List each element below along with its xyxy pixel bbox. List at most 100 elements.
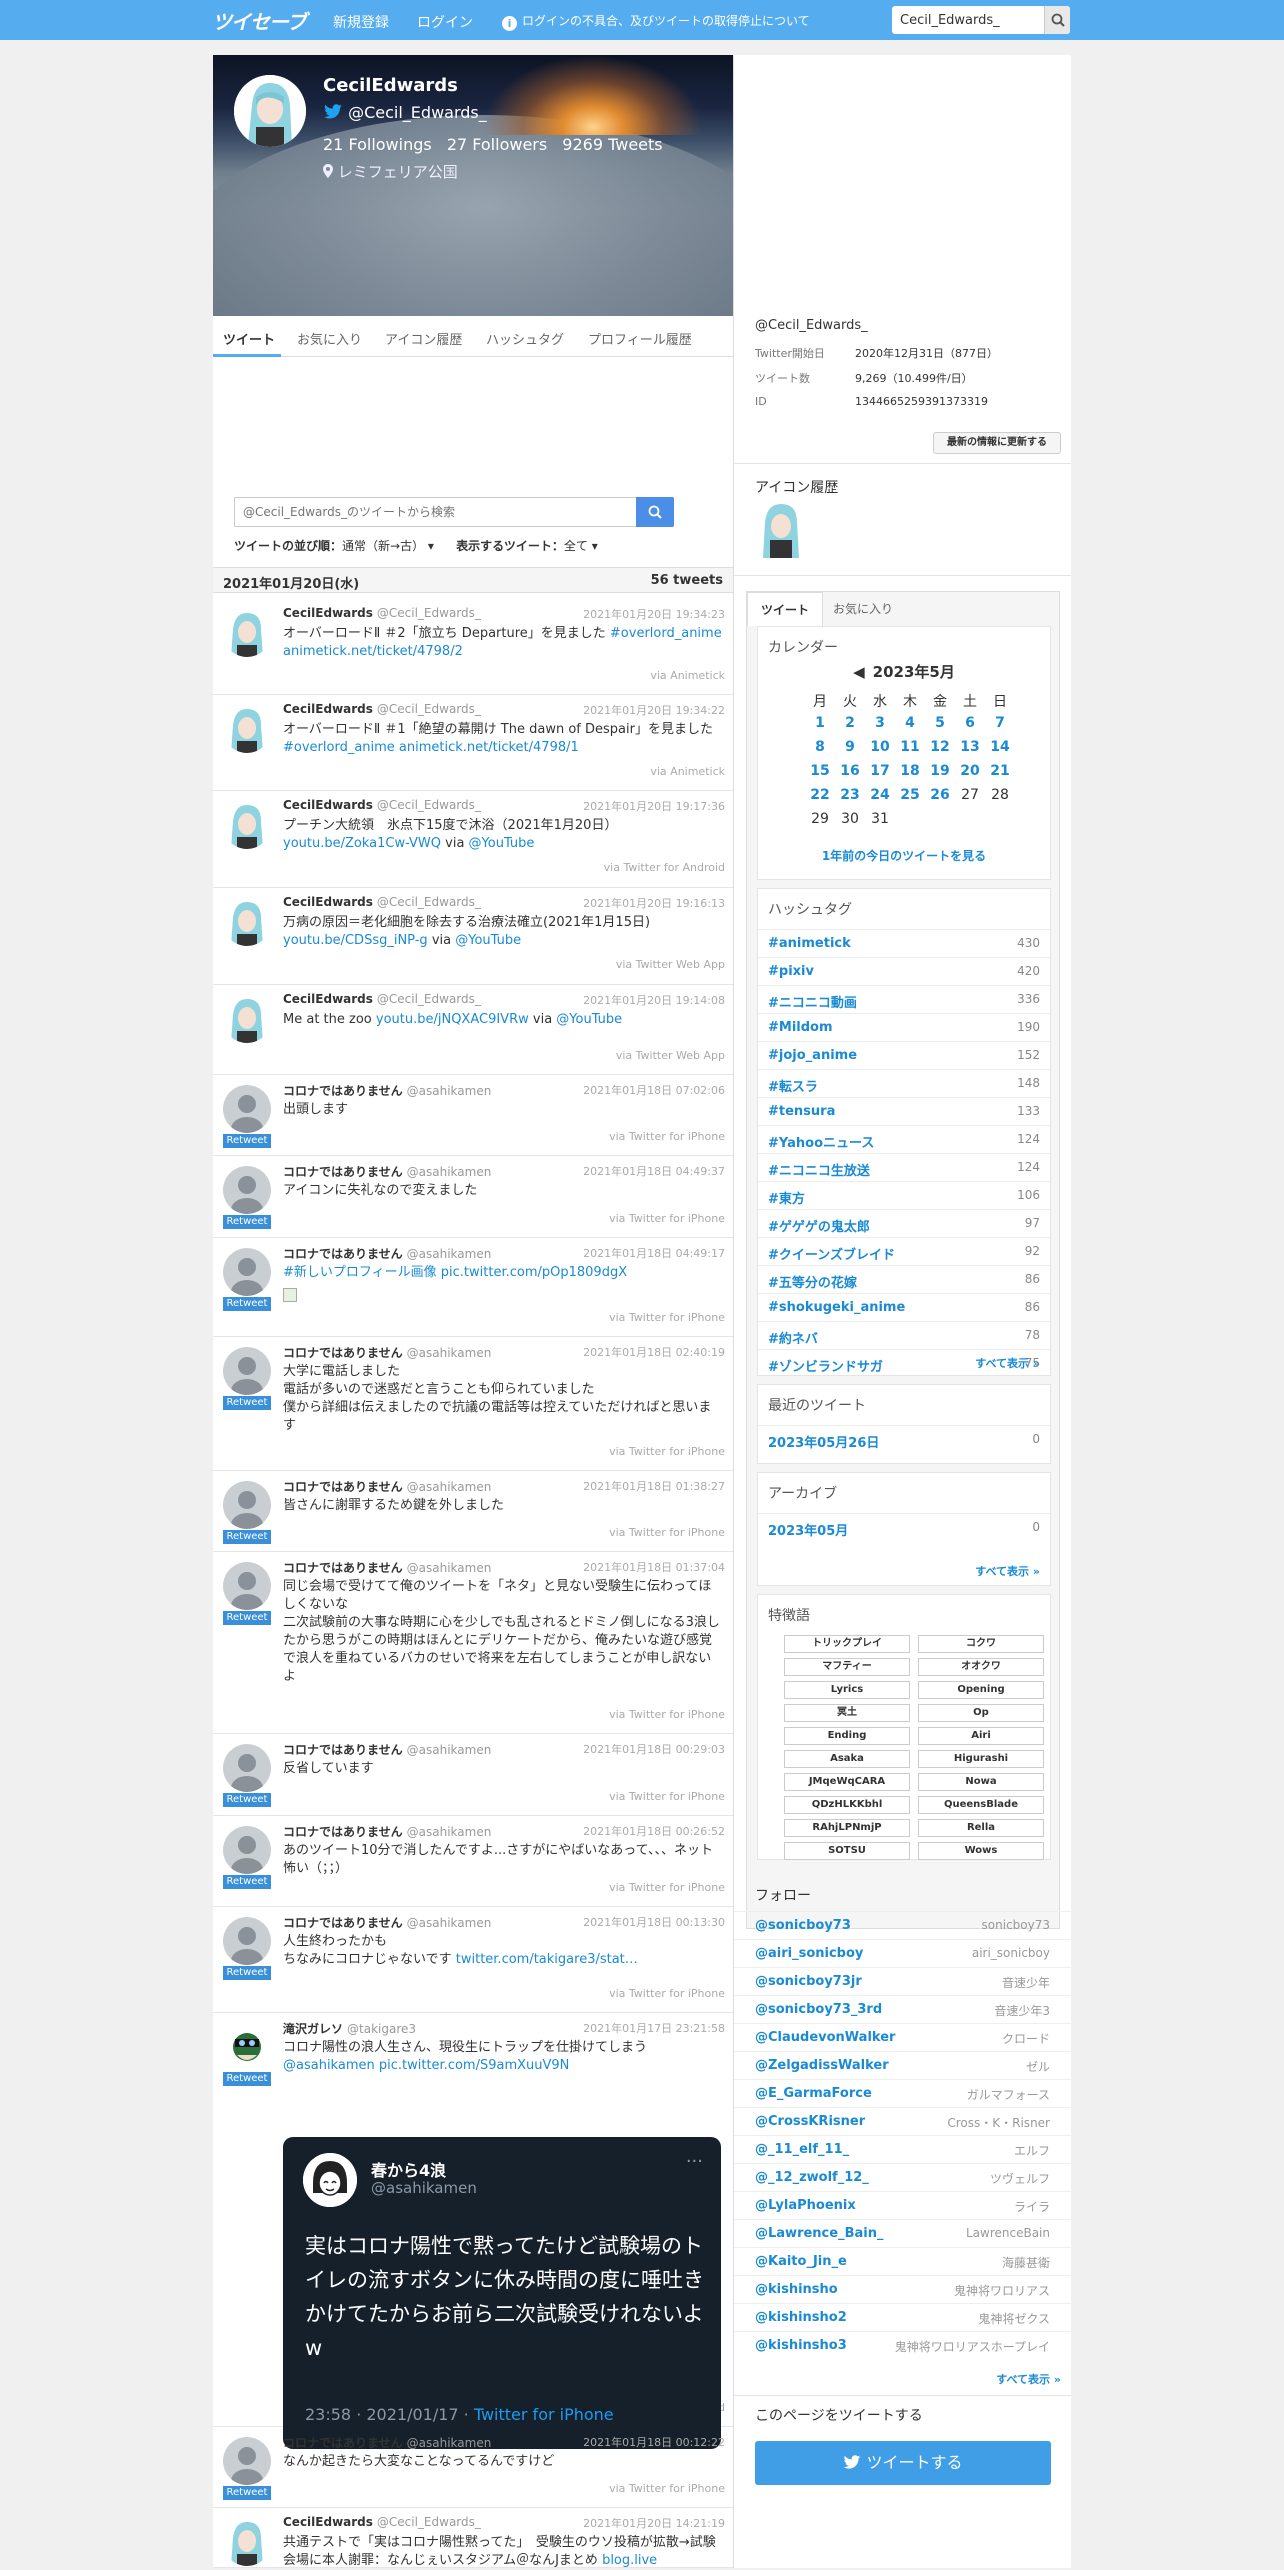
calendar-day[interactable]: 22 bbox=[806, 787, 834, 803]
tab-tweets[interactable]: ツイート bbox=[223, 329, 275, 348]
calendar-day[interactable]: 18 bbox=[896, 763, 924, 779]
tweet-search-button[interactable] bbox=[636, 497, 674, 527]
update-info-button[interactable]: 最新の情報に更新する bbox=[933, 432, 1061, 454]
calendar-day[interactable]: 25 bbox=[896, 787, 924, 803]
calendar-day[interactable]: 2 bbox=[836, 715, 864, 731]
notice-link[interactable]: i ログインの不具合、及びツイートの取得停止について bbox=[502, 12, 810, 31]
tweet-author[interactable]: コロナではありません @asahikamen bbox=[283, 1082, 491, 1099]
tweet-avatar[interactable] bbox=[223, 1744, 271, 1792]
calendar-day[interactable]: 8 bbox=[806, 739, 834, 755]
register-link[interactable]: 新規登録 bbox=[333, 12, 389, 32]
hashtag-row[interactable]: #Yahooニュース 124 bbox=[758, 1125, 1050, 1153]
followers-count[interactable]: 27 Followers bbox=[447, 135, 547, 154]
follow-row[interactable]: @sonicboy73jr 音速少年 bbox=[734, 1967, 1071, 1995]
keyword-chip[interactable]: Asaka bbox=[784, 1750, 910, 1768]
panel-tab-tweets[interactable]: ツイート bbox=[747, 592, 823, 626]
tweet-avatar[interactable] bbox=[223, 1826, 271, 1874]
follow-row[interactable]: @Lawrence_Bain_ LawrenceBain bbox=[734, 2219, 1071, 2247]
calendar-day[interactable]: 16 bbox=[836, 763, 864, 779]
tweet-author[interactable]: CecilEdwards @Cecil_Edwards_ bbox=[283, 992, 481, 1006]
keyword-chip[interactable]: Airi bbox=[918, 1727, 1044, 1745]
follow-row[interactable]: @Kaito_Jin_e 海藤甚衛 bbox=[734, 2247, 1071, 2275]
tweet-time[interactable]: 2021年01月18日 00:13:30 bbox=[583, 1914, 725, 1930]
tweet-link[interactable]: youtu.be/Zoka1Cw-VWQ bbox=[283, 836, 441, 851]
recent-row[interactable]: 2023年05月26日 0 bbox=[758, 1425, 1050, 1453]
tweet-avatar[interactable] bbox=[223, 995, 271, 1043]
tweet-avatar[interactable] bbox=[223, 2023, 271, 2071]
tweet-avatar[interactable] bbox=[223, 1481, 271, 1529]
tweet-time[interactable]: 2021年01月18日 07:02:06 bbox=[583, 1082, 725, 1098]
tweet-avatar[interactable] bbox=[223, 801, 271, 849]
tweet-link[interactable]: youtu.be/CDSsg_iNP-g bbox=[283, 933, 428, 948]
keyword-chip[interactable]: Rella bbox=[918, 1819, 1044, 1837]
tweet-author[interactable]: CecilEdwards @Cecil_Edwards_ bbox=[283, 2515, 481, 2529]
tweet-author[interactable]: コロナではありません @asahikamen bbox=[283, 1344, 491, 1361]
keyword-chip[interactable]: Lyrics bbox=[784, 1681, 910, 1699]
tweet-link[interactable]: @asahikamen pic.twitter.com/S9amXuuV9N bbox=[283, 2058, 569, 2073]
calendar-day[interactable]: 24 bbox=[866, 787, 894, 803]
tweet-author[interactable]: コロナではありません @asahikamen bbox=[283, 1478, 491, 1495]
calendar-day[interactable]: 5 bbox=[926, 715, 954, 731]
hashtag-row[interactable]: #animetick 430 bbox=[758, 929, 1050, 957]
tweet-page-button[interactable]: ツイートする bbox=[755, 2441, 1051, 2485]
follow-row[interactable]: @kishinsho3 鬼神将ワロリアスホープレイ bbox=[734, 2331, 1071, 2359]
calendar-day[interactable]: 14 bbox=[986, 739, 1014, 755]
icon-history-thumb[interactable] bbox=[755, 500, 807, 558]
embedded-tweet-image[interactable]: 春から4浪 @asahikamen ··· 実はコロナ陽性で黙ってたけど試験場のトイレ… bbox=[283, 2137, 721, 2449]
followings-count[interactable]: 21 Followings bbox=[323, 135, 432, 154]
keyword-chip[interactable]: RAhjLPNmjP bbox=[784, 1819, 910, 1837]
year-ago-link[interactable]: 1年前の今日のツイートを見る bbox=[758, 847, 1050, 864]
keyword-chip[interactable]: Ending bbox=[784, 1727, 910, 1745]
tweet-mention[interactable]: @YouTube bbox=[556, 1012, 622, 1027]
follow-row[interactable]: @_12_zwolf_12_ ツヴェルフ bbox=[734, 2163, 1071, 2191]
calendar-day[interactable]: 23 bbox=[836, 787, 864, 803]
archive-row[interactable]: 2023年05月 0 bbox=[758, 1513, 1050, 1541]
calendar-day[interactable]: 9 bbox=[836, 739, 864, 755]
hashtag-row[interactable]: #ニコニコ生放送 124 bbox=[758, 1153, 1050, 1181]
tweet-mention[interactable]: @YouTube bbox=[469, 836, 535, 851]
keyword-chip[interactable]: Opening bbox=[918, 1681, 1044, 1699]
calendar-day[interactable]: 4 bbox=[896, 715, 924, 731]
tweet-time[interactable]: 2021年01月20日 19:16:13 bbox=[583, 895, 725, 911]
calendar-day[interactable]: 26 bbox=[926, 787, 954, 803]
follow-row[interactable]: @sonicboy73 sonicboy73 bbox=[734, 1911, 1071, 1939]
tweet-avatar[interactable] bbox=[223, 705, 271, 753]
tweet-author[interactable]: 滝沢ガレソ @takigare3 bbox=[283, 2020, 416, 2037]
panel-tab-favorites[interactable]: お気に入り bbox=[823, 592, 903, 626]
keyword-chip[interactable]: Higurashi bbox=[918, 1750, 1044, 1768]
follow-row[interactable]: @sonicboy73_3rd 音速少年3 bbox=[734, 1995, 1071, 2023]
tweet-time[interactable]: 2021年01月18日 00:29:03 bbox=[583, 1741, 725, 1757]
keyword-chip[interactable]: オオクワ bbox=[918, 1658, 1044, 1676]
archive-show-all[interactable]: すべて表示 » bbox=[975, 1563, 1040, 1579]
calendar-day[interactable]: 20 bbox=[956, 763, 984, 779]
follow-row[interactable]: @E_GarmaForce ガルマフォース bbox=[734, 2079, 1071, 2107]
tab-profile-history[interactable]: プロフィール履歴 bbox=[588, 329, 692, 348]
keyword-chip[interactable]: 冥土 bbox=[784, 1704, 910, 1722]
tweet-time[interactable]: 2021年01月18日 00:12:22 bbox=[583, 2434, 725, 2450]
calendar-day[interactable]: 7 bbox=[986, 715, 1014, 731]
tweet-author[interactable]: コロナではありません @asahikamen bbox=[283, 2434, 491, 2451]
follow-row[interactable]: @airi_sonicboy airi_sonicboy bbox=[734, 1939, 1071, 1967]
follow-row[interactable]: @CrossKRisner Cross・K・Risner bbox=[734, 2107, 1071, 2135]
tweet-time[interactable]: 2021年01月20日 19:14:08 bbox=[583, 992, 725, 1008]
tweet-author[interactable]: CecilEdwards @Cecil_Edwards_ bbox=[283, 895, 481, 909]
tweet-avatar[interactable] bbox=[223, 1917, 271, 1965]
prev-month-button[interactable]: ◀ bbox=[853, 663, 865, 681]
tweet-avatar[interactable] bbox=[223, 2437, 271, 2485]
tweet-time[interactable]: 2021年01月18日 02:40:19 bbox=[583, 1344, 725, 1360]
tweet-author[interactable]: コロナではありません @asahikamen bbox=[283, 1914, 491, 1931]
tweet-avatar[interactable] bbox=[223, 1166, 271, 1214]
login-link[interactable]: ログイン bbox=[417, 12, 473, 32]
tweet-time[interactable]: 2021年01月20日 19:34:23 bbox=[583, 606, 725, 622]
calendar-day[interactable]: 3 bbox=[866, 715, 894, 731]
keyword-chip[interactable]: マフティー bbox=[784, 1658, 910, 1676]
hashtag-row[interactable]: #Mildom 190 bbox=[758, 1013, 1050, 1041]
follow-row[interactable]: @_11_elf_11_ エルフ bbox=[734, 2135, 1071, 2163]
top-search-input[interactable] bbox=[892, 6, 1044, 34]
tweet-link[interactable]: #overlord_anime animetick.net/ticket/479… bbox=[283, 740, 579, 755]
calendar-day[interactable]: 12 bbox=[926, 739, 954, 755]
tweet-time[interactable]: 2021年01月20日 19:34:22 bbox=[583, 702, 725, 718]
tweet-time[interactable]: 2021年01月20日 19:17:36 bbox=[583, 798, 725, 814]
calendar-day[interactable]: 13 bbox=[956, 739, 984, 755]
hashtag-row[interactable]: #東方 106 bbox=[758, 1181, 1050, 1209]
